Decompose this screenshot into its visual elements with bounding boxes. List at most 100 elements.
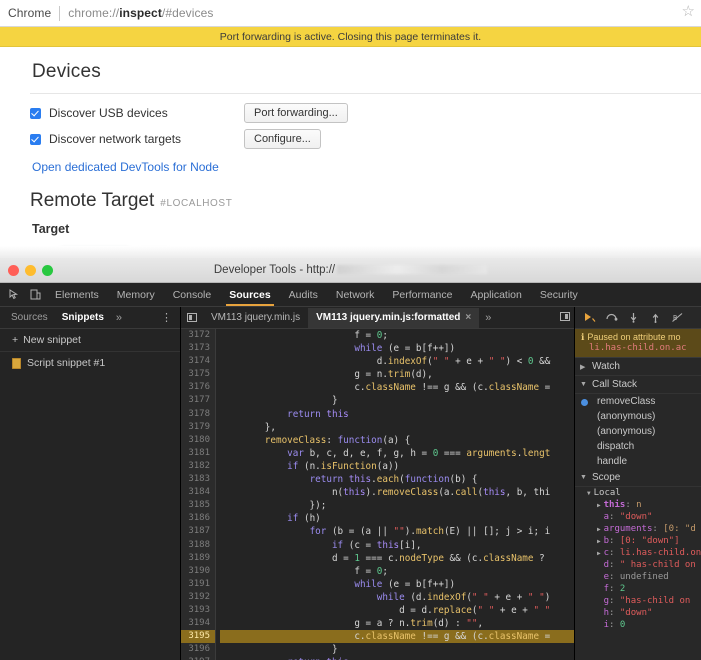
code-line[interactable]: f = 0; (220, 329, 574, 342)
step-into-button[interactable] (623, 309, 643, 327)
scope-variable-row[interactable]: g: "has-child on (575, 595, 701, 607)
close-icon[interactable]: × (465, 312, 471, 323)
line-number[interactable]: 3177 (181, 394, 215, 407)
scope-variable-row[interactable]: a: "down" (575, 511, 701, 523)
code-line[interactable]: d.indexOf(" " + e + " ") < 0 && (220, 355, 574, 368)
code-line[interactable]: f = 0; (220, 565, 574, 578)
line-number[interactable]: 3172 (181, 329, 215, 342)
editor-more-tabs-icon[interactable]: » (479, 312, 497, 324)
line-number[interactable]: 3176 (181, 381, 215, 394)
show-navigator-icon[interactable] (181, 313, 203, 322)
tab-console[interactable]: Console (164, 284, 221, 306)
code-line[interactable]: removeClass: function(a) { (220, 434, 574, 447)
line-number[interactable]: 3190 (181, 565, 215, 578)
chrome-url[interactable]: chrome://inspect/#devices (68, 6, 213, 20)
line-number[interactable]: 3197 (181, 656, 215, 660)
step-over-button[interactable] (601, 309, 621, 327)
line-number[interactable]: 3188 (181, 539, 215, 552)
open-node-devtools-link[interactable]: Open dedicated DevTools for Node (32, 160, 219, 174)
tab-elements[interactable]: Elements (46, 284, 108, 306)
scope-variable-row[interactable]: ▶ c: li.has-child.on (575, 547, 701, 559)
tab-memory[interactable]: Memory (108, 284, 164, 306)
scope-variable-row[interactable]: h: "down" (575, 607, 701, 619)
port-forwarding-button[interactable]: Port forwarding... (244, 103, 348, 123)
step-out-button[interactable] (645, 309, 665, 327)
line-number[interactable]: 3185 (181, 499, 215, 512)
tab-sources[interactable]: Sources (220, 284, 279, 306)
new-snippet-button[interactable]: + New snippet (0, 329, 180, 352)
scope-local-header[interactable]: ▼ Local (575, 487, 701, 499)
line-number[interactable]: 3178 (181, 408, 215, 421)
line-number[interactable]: 3186 (181, 512, 215, 525)
chevron-right-icon[interactable]: ▶ (597, 502, 601, 509)
deactivate-breakpoints-button[interactable]: B (667, 309, 687, 327)
code-line[interactable]: while (d.indexOf(" " + e + " ") (220, 591, 574, 604)
navigator-more-icon[interactable]: » (111, 312, 127, 324)
chevron-right-icon[interactable]: ▶ (597, 550, 601, 557)
code-line[interactable]: var b, c, d, e, f, g, h = 0 === argument… (220, 447, 574, 460)
code-line[interactable]: return this (220, 408, 574, 421)
scope-variable-row[interactable]: i: 0 (575, 619, 701, 631)
code-line[interactable]: return this.each(function(b) { (220, 473, 574, 486)
code-line[interactable]: d = 1 === c.nodeType && (c.className ? (220, 552, 574, 565)
code-line[interactable]: } (220, 643, 574, 656)
line-number[interactable]: 3189 (181, 552, 215, 565)
line-number[interactable]: 3174 (181, 355, 215, 368)
editor-tab-jquery-formatted[interactable]: VM113 jquery.min.js:formatted × (308, 307, 480, 328)
line-number[interactable]: 3194 (181, 617, 215, 630)
resume-button[interactable] (579, 309, 599, 327)
call-stack-item[interactable]: (anonymous) (575, 424, 701, 439)
line-number[interactable]: 3187 (181, 525, 215, 538)
line-number[interactable]: 3175 (181, 368, 215, 381)
chevron-right-icon[interactable]: ▶ (597, 526, 601, 533)
scope-section-header[interactable]: ▼ Scope (575, 469, 701, 487)
scope-variable-row[interactable]: f: 2 (575, 583, 701, 595)
chevron-right-icon[interactable]: ▶ (597, 538, 601, 545)
code-line[interactable]: g = a ? n.trim(d) : "", (220, 617, 574, 630)
code-line[interactable]: c.className !== g && (c.className = (220, 381, 574, 394)
inspect-element-icon[interactable] (4, 285, 24, 304)
line-number[interactable]: 3193 (181, 604, 215, 617)
scope-variable-row[interactable]: d: " has-child on (575, 559, 701, 571)
discover-usb-checkbox[interactable] (30, 107, 41, 119)
discover-network-checkbox[interactable] (30, 133, 41, 145)
code-line[interactable]: for (b = (a || "").match(E) || []; j > i… (220, 525, 574, 538)
source-code-content[interactable]: f = 0; while (e = b[f++]) d.indexOf(" " … (216, 329, 574, 660)
line-number[interactable]: 3183 (181, 473, 215, 486)
code-line[interactable]: n(this).removeClass(a.call(this, b, thi (220, 486, 574, 499)
scope-variable-row[interactable]: ▶ this: n (575, 499, 701, 511)
code-line[interactable]: }, (220, 421, 574, 434)
tab-application[interactable]: Application (461, 284, 530, 306)
tab-performance[interactable]: Performance (383, 284, 461, 306)
line-number[interactable]: 3180 (181, 434, 215, 447)
line-number[interactable]: 3182 (181, 460, 215, 473)
line-number[interactable]: 3195 (181, 630, 215, 644)
device-toolbar-icon[interactable] (25, 285, 45, 304)
line-number[interactable]: 3179 (181, 421, 215, 434)
code-line[interactable]: } (220, 394, 574, 407)
code-line[interactable]: }); (220, 499, 574, 512)
navigator-tab-sources[interactable]: Sources (4, 308, 55, 328)
call-stack-item[interactable]: (anonymous) (575, 409, 701, 424)
tab-security[interactable]: Security (531, 284, 587, 306)
code-line[interactable]: if (n.isFunction(a)) (220, 460, 574, 473)
navigator-menu-icon[interactable]: ⋮ (161, 311, 172, 324)
scope-variable-row[interactable]: ▶ b: [0: "down"] (575, 535, 701, 547)
line-number[interactable]: 3173 (181, 342, 215, 355)
code-line[interactable]: if (c = this[i], (220, 539, 574, 552)
watch-section-header[interactable]: ▶ Watch (575, 358, 701, 376)
line-number[interactable]: 3192 (181, 591, 215, 604)
configure-button[interactable]: Configure... (244, 129, 321, 149)
code-line[interactable]: while (e = b[f++]) (220, 578, 574, 591)
scope-variable-row[interactable]: ▶ arguments: [0: "d (575, 523, 701, 535)
star-icon[interactable]: ☆ (682, 3, 695, 21)
tab-network[interactable]: Network (327, 284, 384, 306)
line-number[interactable]: 3191 (181, 578, 215, 591)
call-stack-item[interactable]: handle (575, 454, 701, 469)
call-stack-section-header[interactable]: ▼ Call Stack (575, 376, 701, 394)
code-editor[interactable]: 3172 3173 3174 3175 3176 3177 3178 3179 3180 3181… (181, 329, 574, 660)
code-line[interactable]: if (h) (220, 512, 574, 525)
show-debugger-icon[interactable] (560, 311, 570, 324)
line-number[interactable]: 3181 (181, 447, 215, 460)
line-number[interactable]: 3184 (181, 486, 215, 499)
